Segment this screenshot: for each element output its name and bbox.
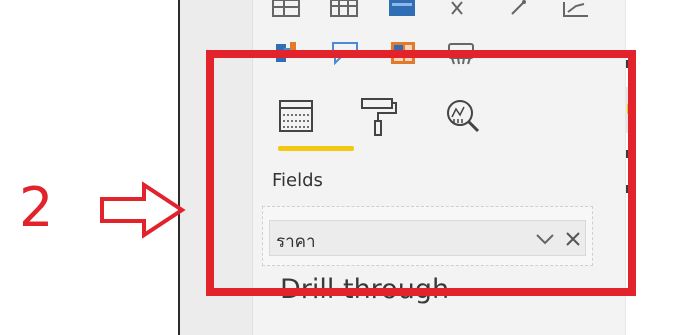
visual-icons-row-1 [270, 0, 594, 20]
key-influencers-icon[interactable] [444, 0, 478, 20]
highlight-box [206, 50, 636, 296]
table-icon[interactable] [270, 0, 304, 20]
step-number: 2 [19, 176, 54, 239]
matrix-icon[interactable] [328, 0, 362, 20]
chart-icon[interactable] [386, 0, 420, 20]
right-arrow-icon [98, 181, 186, 239]
qa-icon[interactable] [560, 0, 594, 20]
decomposition-icon[interactable] [502, 0, 536, 20]
